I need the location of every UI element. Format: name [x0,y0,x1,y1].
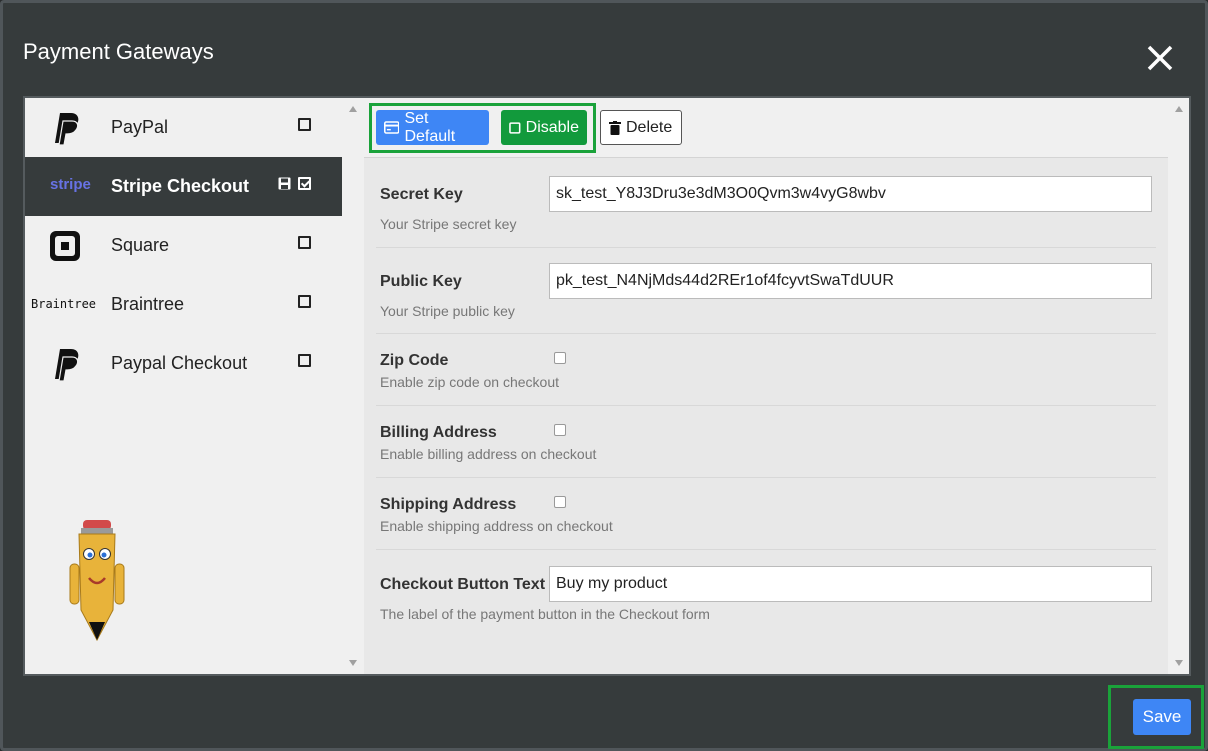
gateway-enabled-checkbox[interactable] [298,118,311,131]
zip-code-row: Zip Code Enable zip code on checkout [376,334,1156,406]
shipping-address-help: Enable shipping address on checkout [380,518,613,534]
panel-scrollbar[interactable] [1169,98,1189,674]
shipping-address-checkbox[interactable] [554,496,566,508]
save-icon[interactable] [278,177,291,190]
public-key-help: Your Stripe public key [380,303,515,319]
gateway-item-paypal[interactable]: PayPal [25,98,342,157]
public-key-input[interactable] [549,263,1152,299]
checkout-button-text-input[interactable] [549,566,1152,602]
stripe-logo-icon: stripe [47,169,91,205]
pencil-mascot-icon [67,518,127,643]
disable-button[interactable]: Disable [501,110,587,145]
gateway-enabled-checkbox[interactable] [298,295,311,308]
checkout-button-text-help: The label of the payment button in the C… [380,606,710,622]
shipping-address-label: Shipping Address [380,496,517,513]
gateway-enabled-checkbox[interactable] [298,354,311,367]
scroll-up-icon[interactable] [349,106,357,112]
public-key-row: Public Key Your Stripe public key [376,248,1156,334]
gateway-enabled-checkbox[interactable] [298,236,311,249]
square-outline-icon [509,121,521,134]
gateway-label: Braintree [111,294,185,314]
gateway-item-stripe-checkout[interactable]: stripe Stripe Checkout [25,157,342,216]
gateway-toolbar: Set Default Disable Delete [364,98,1168,158]
checkout-button-text-row: Checkout Button Text The label of the pa… [376,550,1156,630]
dialog-title: Payment Gateways [23,39,214,64]
gateway-label: PayPal [111,117,169,137]
secret-key-label: Secret Key [380,186,463,203]
gateway-label: Stripe Checkout [111,176,250,196]
close-icon[interactable] [1143,41,1177,75]
trash-icon [609,120,621,135]
set-default-button[interactable]: Set Default [376,110,489,145]
paypal-logo-icon [47,110,89,146]
delete-button[interactable]: Delete [600,110,682,145]
secret-key-input[interactable] [549,176,1152,212]
gateway-label: Square [111,235,170,255]
square-logo-icon [47,228,89,264]
billing-address-row: Billing Address Enable billing address o… [376,406,1156,478]
stripe-logo-text: stripe [50,176,91,193]
shipping-address-row: Shipping Address Enable shipping address… [376,478,1156,550]
paypal-logo-icon [47,346,89,382]
scroll-up-icon[interactable] [1175,106,1183,112]
billing-address-label: Billing Address [380,424,497,441]
scroll-down-icon[interactable] [1175,660,1183,666]
billing-address-checkbox[interactable] [554,424,566,436]
dialog-body: PayPal stripe Stripe Checkout Square Bra… [23,96,1191,676]
scroll-down-icon[interactable] [349,660,357,666]
payment-gateways-dialog: Payment Gateways PayPal stripe Stripe Ch… [0,0,1208,751]
braintree-logo-icon: Braintree [31,287,107,323]
checkout-button-text-label: Checkout Button Text [380,576,546,593]
credit-card-icon [384,121,400,134]
secret-key-row: Secret Key Your Stripe secret key [376,160,1156,248]
zip-code-checkbox[interactable] [554,352,566,364]
disable-label: Disable [525,118,579,136]
sidebar-scrollbar[interactable] [343,98,363,674]
gateway-enabled-checkbox[interactable] [298,177,311,190]
billing-address-help: Enable billing address on checkout [380,446,597,462]
save-button[interactable]: Save [1133,699,1191,735]
set-default-label: Set Default [404,109,456,145]
secret-key-help: Your Stripe secret key [380,216,517,232]
delete-label: Delete [626,118,673,136]
gateway-list: PayPal stripe Stripe Checkout Square Bra… [25,98,342,674]
gateway-item-square[interactable]: Square [25,216,342,275]
zip-code-label: Zip Code [380,352,449,369]
gateway-item-braintree[interactable]: Braintree Braintree [25,275,342,334]
public-key-label: Public Key [380,273,462,290]
gateway-label: Paypal Checkout [111,353,248,373]
gateway-item-paypal-checkout[interactable]: Paypal Checkout [25,334,342,393]
gateway-settings-panel: Set Default Disable Delete Secret Key sk… [364,98,1168,674]
braintree-logo-text: Braintree [31,297,97,311]
zip-code-help: Enable zip code on checkout [380,374,560,390]
